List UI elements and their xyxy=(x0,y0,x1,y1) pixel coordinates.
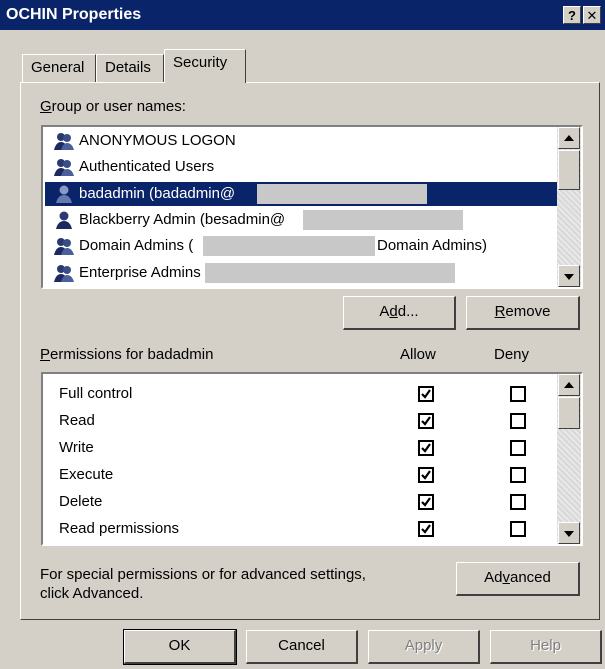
allow-checkbox[interactable] xyxy=(418,413,434,429)
add-button[interactable]: Add... xyxy=(343,296,456,330)
arrow-down-icon xyxy=(564,531,574,537)
advanced-hint-line1: For special permissions or for advanced … xyxy=(40,566,366,583)
user-name: Authenticated Users xyxy=(79,158,215,175)
scroll-down-button[interactable] xyxy=(558,522,580,544)
user-icon xyxy=(56,211,72,229)
remove-button[interactable]: Remove xyxy=(466,296,580,330)
deny-header: Deny xyxy=(494,346,530,363)
window-title: OCHIN Properties xyxy=(6,6,142,23)
advanced-hint-line2: click Advanced. xyxy=(40,585,144,602)
permission-row: Write xyxy=(45,435,555,461)
permission-name: Full control xyxy=(59,385,133,402)
redacted-block xyxy=(205,263,455,283)
checkmark-icon xyxy=(421,497,431,507)
list-item[interactable]: Blackberry Admin (besadmin@ xyxy=(45,208,557,232)
permission-row: Read permissions xyxy=(45,516,555,542)
advanced-button[interactable]: Advanced xyxy=(456,562,580,596)
scroll-down-button[interactable] xyxy=(558,265,580,287)
checkmark-icon xyxy=(421,524,431,534)
title-bar[interactable]: OCHIN Properties ? ✕ xyxy=(0,0,605,30)
group-icon xyxy=(54,265,74,282)
allow-checkbox[interactable] xyxy=(418,521,434,537)
permission-row: Full control xyxy=(45,381,555,407)
scroll-up-button[interactable] xyxy=(558,127,580,149)
permission-row: Execute xyxy=(45,462,555,488)
allow-checkbox[interactable] xyxy=(418,440,434,456)
deny-checkbox[interactable] xyxy=(510,521,526,537)
user-name: Domain Admins ( xyxy=(79,237,194,254)
allow-checkbox[interactable] xyxy=(418,467,434,483)
list-item[interactable]: Enterprise Admins xyxy=(45,261,557,285)
permissions-scrollbar[interactable] xyxy=(557,374,581,544)
deny-checkbox[interactable] xyxy=(510,386,526,402)
help-button[interactable]: Help xyxy=(490,630,602,664)
scroll-thumb[interactable] xyxy=(558,150,580,190)
ok-button[interactable]: OK xyxy=(123,629,237,665)
list-item[interactable]: Domain Admins ( Domain Admins) xyxy=(45,234,557,258)
permission-name: Write xyxy=(59,439,94,456)
list-item-selected[interactable]: badadmin (badadmin@ xyxy=(45,182,557,206)
close-title-button[interactable]: ✕ xyxy=(583,6,601,24)
users-scrollbar[interactable] xyxy=(557,127,581,287)
permission-name: Read permissions xyxy=(59,520,180,537)
scroll-thumb[interactable] xyxy=(558,397,580,429)
permission-name: Read xyxy=(59,412,95,429)
help-title-button[interactable]: ? xyxy=(563,6,581,24)
permission-row: Read xyxy=(45,408,555,434)
permissions-label: Permissions for badadmin xyxy=(40,346,214,363)
permission-row: Delete xyxy=(45,489,555,515)
allow-header: Allow xyxy=(400,346,436,363)
list-item[interactable]: ANONYMOUS LOGON xyxy=(45,129,557,153)
user-name: badadmin (badadmin@ xyxy=(79,185,236,202)
redacted-block xyxy=(257,184,427,204)
checkmark-icon xyxy=(421,470,431,480)
checkmark-icon xyxy=(421,416,431,426)
group-icon xyxy=(54,238,74,255)
checkmark-icon xyxy=(421,389,431,399)
user-name: Blackberry Admin (besadmin@ xyxy=(79,211,286,228)
cancel-button[interactable]: Cancel xyxy=(246,630,358,664)
scroll-up-button[interactable] xyxy=(558,374,580,396)
user-icon xyxy=(56,185,72,203)
arrow-up-icon xyxy=(564,135,574,141)
arrow-down-icon xyxy=(564,274,574,280)
allow-checkbox[interactable] xyxy=(418,386,434,402)
group-icon xyxy=(54,159,74,176)
permissions-list[interactable]: Full control Read Write Execute Delete R… xyxy=(41,372,583,546)
tab-security[interactable]: Security xyxy=(164,49,246,83)
deny-checkbox[interactable] xyxy=(510,440,526,456)
user-name: ANONYMOUS LOGON xyxy=(79,132,236,149)
user-name-suffix: Domain Admins) xyxy=(377,237,488,254)
allow-checkbox[interactable] xyxy=(418,494,434,510)
deny-checkbox[interactable] xyxy=(510,467,526,483)
users-listbox[interactable]: ANONYMOUS LOGON Authenticated Users bada… xyxy=(41,125,583,289)
apply-button[interactable]: Apply xyxy=(368,630,480,664)
checkmark-icon xyxy=(421,443,431,453)
redacted-block xyxy=(303,210,463,230)
deny-checkbox[interactable] xyxy=(510,413,526,429)
arrow-up-icon xyxy=(564,382,574,388)
permission-name: Execute xyxy=(59,466,114,483)
permission-name: Delete xyxy=(59,493,103,510)
redacted-block xyxy=(203,236,375,256)
group-or-user-names-label: Group or user names: xyxy=(40,98,186,115)
deny-checkbox[interactable] xyxy=(510,494,526,510)
user-name: Enterprise Admins xyxy=(79,264,201,281)
tab-details[interactable]: Details xyxy=(96,54,164,82)
tab-general[interactable]: General xyxy=(22,54,96,82)
group-icon xyxy=(54,133,74,150)
list-item[interactable]: Authenticated Users xyxy=(45,155,557,179)
